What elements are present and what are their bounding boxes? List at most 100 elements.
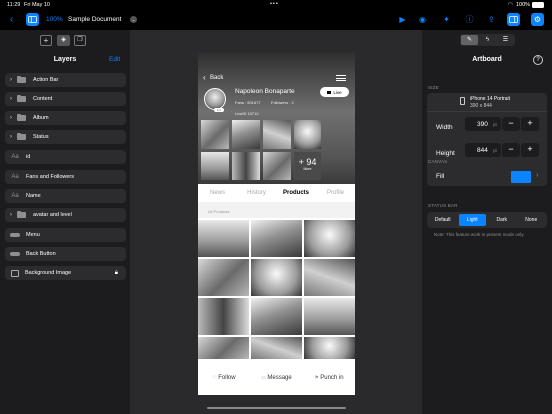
device-name[interactable]: iPhone 14 Portrait	[470, 96, 510, 102]
status-option-light[interactable]: Light	[458, 214, 486, 226]
product-image[interactable]	[251, 220, 302, 257]
product-image[interactable]	[251, 259, 302, 296]
status-bar-section-label: STATUS BAR	[428, 203, 458, 208]
album-photo[interactable]	[232, 152, 260, 180]
chevron-right-icon[interactable]: ›	[5, 77, 17, 83]
text-layer-icon: Aa	[11, 174, 19, 180]
chevron-right-icon[interactable]: ›	[536, 172, 538, 179]
product-image[interactable]	[304, 259, 355, 296]
more-count: + 94	[298, 157, 317, 167]
tab-history[interactable]: History	[237, 190, 276, 196]
info-icon[interactable]: ⓘ	[463, 13, 476, 26]
status-option-none[interactable]: None	[518, 214, 546, 226]
sidebar-toggle-icon[interactable]	[26, 13, 39, 26]
product-image[interactable]	[198, 259, 249, 296]
layer-row-content[interactable]: › Content	[5, 92, 126, 106]
hamburger-menu-icon[interactable]	[336, 75, 346, 81]
height-decrement-button[interactable]: −	[502, 143, 520, 157]
product-image[interactable]	[304, 220, 355, 257]
text-layer-icon: Aa	[11, 193, 19, 199]
title-menu-chevron-icon[interactable]: ⌄	[130, 16, 137, 23]
settings-gear-icon[interactable]: ⚙	[531, 13, 544, 26]
inspector-toggle-icon[interactable]	[507, 13, 520, 26]
punch-in-button[interactable]: ⚑ Punch in	[303, 375, 355, 381]
app-toolbar: ‹ 100% Sample Document ⌄ ▶ ◉ ✦ ⓘ ⇪ ⚙	[0, 10, 552, 30]
fill-label: Fill	[436, 173, 445, 180]
chevron-right-icon[interactable]: ›	[5, 96, 17, 102]
tab-profile[interactable]: Profile	[316, 190, 355, 196]
back-chevron-icon[interactable]: ‹	[5, 13, 18, 26]
layer-row-name[interactable]: Aa Name	[5, 189, 126, 203]
multitask-dots-icon[interactable]: •••	[270, 1, 279, 7]
layer-row-avatar-level[interactable]: › avatar and level	[5, 208, 126, 222]
back-button[interactable]: Back	[210, 75, 223, 81]
width-decrement-button[interactable]: −	[502, 117, 520, 131]
chevron-right-icon[interactable]: ›	[5, 115, 17, 121]
album-photo[interactable]	[201, 152, 229, 180]
product-image[interactable]	[251, 298, 302, 335]
document-title[interactable]: Sample Document	[68, 16, 121, 23]
share-icon[interactable]: ⇪	[485, 13, 498, 26]
width-input[interactable]: 390 pt	[465, 117, 501, 131]
bolt-icon[interactable]: ϟ	[479, 35, 496, 45]
tab-products[interactable]: Products	[276, 190, 316, 196]
date: Fri May 10	[24, 2, 50, 8]
battery-percent: 100%	[516, 2, 531, 8]
fill-row[interactable]: Fill ›	[427, 168, 547, 186]
chevron-right-icon[interactable]: ›	[5, 212, 17, 218]
magic-wand-icon[interactable]: ✦	[440, 13, 453, 26]
layer-row-back-button[interactable]: Back Button	[5, 247, 126, 261]
height-increment-button[interactable]: +	[521, 143, 539, 157]
layer-row-background-image[interactable]: Background Image 🔒︎	[5, 266, 126, 280]
layer-row-menu[interactable]: Menu	[5, 228, 126, 242]
chevron-right-icon[interactable]: ›	[5, 134, 17, 140]
album-photo[interactable]	[232, 120, 260, 149]
album-photo[interactable]	[201, 120, 229, 149]
album-photo[interactable]	[294, 120, 321, 149]
layer-label: Back Button	[26, 251, 56, 257]
status-option-dark[interactable]: Dark	[488, 214, 516, 226]
artboard-phone[interactable]: ‹ Back Lv Napoleon Bonaparte Live Fans :…	[198, 52, 355, 395]
layer-row-fans-followers[interactable]: Aa Fans and Followers	[5, 170, 126, 184]
status-option-default[interactable]: Default	[429, 214, 457, 226]
fill-color-swatch[interactable]	[511, 171, 531, 183]
product-image[interactable]	[251, 337, 302, 359]
record-icon[interactable]: ◉	[416, 13, 429, 26]
layer-row-id[interactable]: Aa id	[5, 150, 126, 164]
home-indicator	[207, 407, 346, 409]
action-bar: ♡ Follow ▭ Message ⚑ Punch in	[198, 360, 355, 395]
edit-layers-button[interactable]: Edit	[109, 56, 120, 63]
layers-stack-icon[interactable]: ◈	[57, 35, 70, 46]
help-icon[interactable]: ?	[533, 55, 543, 65]
zoom-level[interactable]: 100%	[46, 16, 63, 23]
layer-label: id	[26, 154, 31, 160]
album-photo[interactable]	[263, 152, 291, 180]
message-button[interactable]: ▭ Message	[250, 375, 303, 381]
layer-label: Fans and Followers	[26, 174, 74, 180]
album-more-tile[interactable]: + 94 More	[294, 152, 321, 180]
product-image[interactable]	[198, 298, 249, 335]
back-arrow-icon[interactable]: ‹	[203, 73, 206, 82]
follow-button[interactable]: ♡ Follow	[198, 375, 250, 381]
status-bar-segmented-control: Default Light Dark None	[427, 212, 547, 228]
layer-label: Action Bar	[33, 77, 59, 83]
layer-row-action-bar[interactable]: › Action Bar	[5, 73, 126, 87]
play-icon[interactable]: ▶	[396, 13, 409, 26]
album-photo[interactable]	[263, 120, 291, 149]
height-input[interactable]: 844 pt	[465, 143, 501, 157]
brush-icon[interactable]: ✎	[461, 35, 478, 45]
product-image[interactable]	[304, 337, 355, 359]
tab-news[interactable]: News	[198, 190, 237, 196]
layer-row-album[interactable]: › Album	[5, 111, 126, 125]
width-increment-button[interactable]: +	[521, 117, 539, 131]
add-layer-button[interactable]: +	[40, 35, 52, 46]
followers-count: Followers : 2	[271, 100, 294, 105]
copy-icon[interactable]: ❐	[74, 35, 86, 46]
product-image[interactable]	[304, 298, 355, 335]
product-image[interactable]	[198, 337, 249, 359]
product-image[interactable]	[198, 220, 249, 257]
layer-row-status[interactable]: › Status	[5, 130, 126, 144]
live-badge[interactable]: Live	[320, 87, 349, 97]
lock-icon[interactable]: 🔒︎	[115, 270, 118, 277]
list-icon[interactable]: ☰	[497, 35, 514, 45]
